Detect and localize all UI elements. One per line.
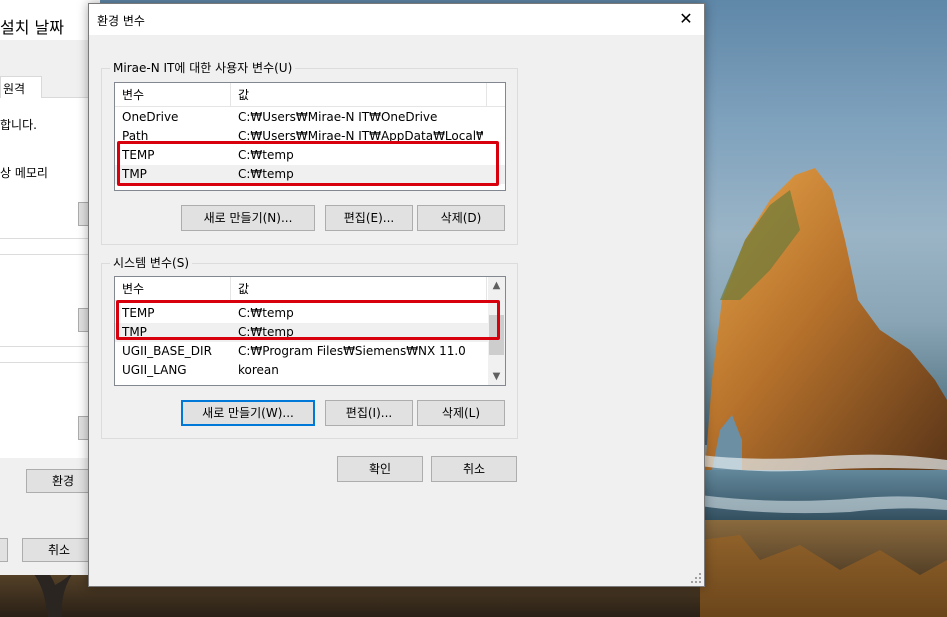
cancel-button[interactable]: 취소 xyxy=(431,456,517,482)
list-header: 변수 값 xyxy=(115,83,505,107)
tab-remote[interactable]: 원격 xyxy=(0,76,42,98)
variable-value: C:₩temp xyxy=(238,325,294,339)
divider xyxy=(0,362,100,363)
scroll-thumb[interactable] xyxy=(489,315,504,355)
table-row[interactable]: TMP C:₩temp xyxy=(115,165,505,184)
ok-button-partial[interactable] xyxy=(0,538,8,562)
table-row[interactable]: TMP C:₩temp xyxy=(115,323,488,342)
background-tab-strip: 원격 xyxy=(0,76,100,98)
system-delete-button[interactable]: 삭제(L) xyxy=(417,400,505,426)
system-variables-label: 시스템 변수(S) xyxy=(110,256,192,270)
column-header-value[interactable]: 값 xyxy=(231,83,487,107)
variable-name: TMP xyxy=(122,325,147,339)
user-edit-button[interactable]: 편집(E)... xyxy=(325,205,413,231)
variable-value: C:₩temp xyxy=(238,306,294,320)
vertical-scrollbar[interactable]: ▲ ▼ xyxy=(488,277,505,385)
table-row[interactable]: OneDrive C:₩Users₩Mirae-N IT₩OneDrive xyxy=(115,108,505,127)
variable-value: C:₩temp xyxy=(238,148,294,162)
scroll-up-icon[interactable]: ▲ xyxy=(488,277,505,294)
variable-name: TEMP xyxy=(122,148,155,162)
variable-name: OneDrive xyxy=(122,110,179,124)
variable-value: C:₩Users₩Mirae-N IT₩AppData₩Local₩Mi... xyxy=(238,129,483,143)
user-variables-label: Mirae-N IT에 대한 사용자 변수(U) xyxy=(110,61,296,75)
variable-name: TMP xyxy=(122,167,147,181)
table-row[interactable]: UGII_BASE_DIR C:₩Program Files₩Siemens₩N… xyxy=(115,342,488,361)
column-header-variable[interactable]: 변수 xyxy=(115,83,231,107)
background-title: 설치 날짜 xyxy=(0,18,64,37)
user-variables-list[interactable]: 변수 값 OneDrive C:₩Users₩Mirae-N IT₩OneDri… xyxy=(114,82,506,191)
dialog-title-bar: 환경 변수 ✕ xyxy=(89,4,704,35)
system-new-button[interactable]: 새로 만들기(W)... xyxy=(181,400,315,426)
table-row[interactable]: TEMP C:₩temp xyxy=(115,146,505,165)
system-edit-button[interactable]: 편집(I)... xyxy=(325,400,413,426)
background-cancel-button[interactable]: 취소 xyxy=(22,538,96,562)
user-new-button[interactable]: 새로 만들기(N)... xyxy=(181,205,315,231)
background-panel: 합니다. 상 메모리 xyxy=(0,98,102,458)
divider xyxy=(0,346,100,347)
variable-name: Path xyxy=(122,129,149,143)
divider xyxy=(0,238,100,239)
close-icon[interactable]: ✕ xyxy=(674,8,698,30)
table-row[interactable]: Path C:₩Users₩Mirae-N IT₩AppData₩Local₩M… xyxy=(115,127,505,146)
user-delete-button[interactable]: 삭제(D) xyxy=(417,205,505,231)
system-properties-window: 설치 날짜 원격 합니다. 상 메모리 환경 취소 xyxy=(0,0,102,575)
background-text-1: 합니다. xyxy=(0,118,37,132)
table-row[interactable]: UGII_LANG korean xyxy=(115,361,488,380)
environment-variables-dialog: 환경 변수 ✕ Mirae-N IT에 대한 사용자 변수(U) 변수 값 On… xyxy=(88,3,705,587)
variable-name: UGII_BASE_DIR xyxy=(122,344,212,358)
variable-name: TEMP xyxy=(122,306,155,320)
system-variables-list[interactable]: 변수 값 TEMP C:₩temp TMP C:₩temp UGII_BASE_… xyxy=(114,276,506,386)
resize-grip-icon[interactable] xyxy=(690,572,702,584)
variable-value: korean xyxy=(238,363,279,377)
table-row[interactable]: TEMP C:₩temp xyxy=(115,304,488,323)
column-header-value[interactable]: 값 xyxy=(231,277,487,301)
column-header-variable[interactable]: 변수 xyxy=(115,277,231,301)
variable-name: UGII_LANG xyxy=(122,363,187,377)
dialog-title: 환경 변수 xyxy=(97,14,145,28)
variable-value: C:₩Program Files₩Siemens₩NX 11.0 xyxy=(238,344,466,358)
ok-button[interactable]: 확인 xyxy=(337,456,423,482)
background-text-2: 상 메모리 xyxy=(0,166,48,180)
variable-value: C:₩Users₩Mirae-N IT₩OneDrive xyxy=(238,110,438,124)
list-header: 변수 값 xyxy=(115,277,488,301)
scroll-down-icon[interactable]: ▼ xyxy=(488,368,505,385)
divider xyxy=(0,254,100,255)
variable-value: C:₩temp xyxy=(238,167,294,181)
